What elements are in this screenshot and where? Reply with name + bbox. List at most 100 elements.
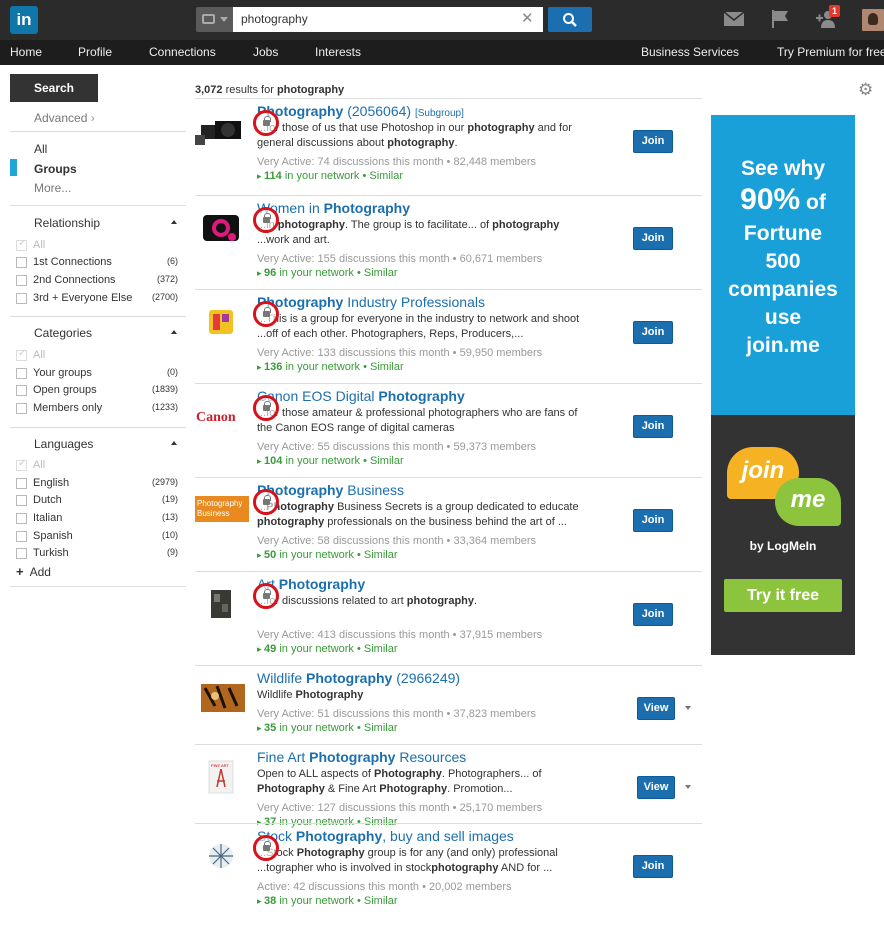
join-button[interactable]: Join (633, 227, 673, 250)
group-title-link[interactable]: Wildlife Photography (2966249) (257, 670, 460, 686)
group-logo[interactable] (195, 304, 251, 340)
inbox-icon[interactable] (724, 12, 744, 26)
join-button[interactable]: Join (633, 603, 673, 626)
main-nav: Home Profile Connections Jobs Interests … (0, 40, 884, 65)
join-button[interactable]: Join (633, 855, 673, 878)
nav-jobs[interactable]: Jobs (253, 45, 278, 59)
group-logo[interactable]: FINE ART (195, 759, 251, 795)
group-logo[interactable]: Photography Business (195, 492, 251, 528)
group-stats: Very Active: 55 discussions this month •… (257, 441, 537, 453)
group-logo[interactable] (195, 586, 251, 622)
search-input[interactable]: photography (233, 7, 543, 32)
filter-relationship-header[interactable]: Relationship (34, 216, 177, 230)
gear-icon[interactable]: ⚙ (858, 80, 873, 100)
group-title-link[interactable]: Stock Photography, buy and sell images (257, 828, 514, 844)
lock-icon (253, 207, 279, 233)
group-stats: Very Active: 133 discussions this month … (257, 347, 543, 359)
nav-try-premium[interactable]: Try Premium for free (777, 45, 884, 59)
network-count[interactable]: 104 in your network • Similar (257, 455, 404, 467)
filter-option[interactable]: Members only (1233) (16, 402, 186, 416)
ad-byline: by LogMeIn (749, 539, 817, 553)
group-result-row: Stock Photography, buy and sell images..… (195, 823, 702, 917)
filter-option[interactable]: Open groups (1839) (16, 384, 186, 398)
filter-languages-header[interactable]: Languages (34, 437, 177, 451)
network-count[interactable]: 50 in your network • Similar (257, 549, 398, 561)
filter-option[interactable]: Turkish (9) (16, 547, 186, 561)
group-result-row: Photography (2056064) [Subgroup] ...for t… (195, 98, 702, 195)
add-language-button[interactable]: + Add (16, 564, 51, 579)
filter-option[interactable]: 2nd Connections (372) (16, 274, 186, 288)
group-title-link[interactable]: Women in Photography (257, 200, 410, 216)
ad-banner[interactable]: See why 90% of Fortune 500 companies use… (711, 115, 855, 655)
group-logo[interactable] (195, 680, 251, 716)
group-logo[interactable] (195, 838, 251, 874)
checkbox (16, 548, 27, 559)
chevron-down-icon[interactable] (685, 785, 691, 789)
advanced-search-link[interactable]: Advanced › (34, 111, 95, 125)
filter-option[interactable]: English (2979) (16, 477, 186, 491)
filter-option[interactable]: 3rd + Everyone Else (2700) (16, 292, 186, 306)
network-count[interactable]: 114 in your network • Similar (257, 170, 403, 182)
avatar[interactable] (862, 9, 884, 31)
checkbox (16, 293, 27, 304)
nav-connections[interactable]: Connections (149, 45, 216, 59)
people-card-icon (202, 14, 215, 24)
join-button[interactable]: Join (633, 509, 673, 532)
filter-option[interactable]: 1st Connections (6) (16, 256, 186, 270)
network-count[interactable]: 49 in your network • Similar (257, 643, 398, 655)
linkedin-logo[interactable]: in (10, 6, 38, 34)
chevron-down-icon[interactable] (685, 706, 691, 710)
similar-link: Similar (369, 170, 404, 182)
type-more[interactable]: More... (34, 181, 71, 195)
group-title-link[interactable]: Fine Art Photography Resources (257, 749, 466, 765)
filter-option[interactable]: Spanish (10) (16, 530, 186, 544)
view-button[interactable]: View (637, 697, 675, 720)
group-description: ...This is a group for everyone in the i… (257, 313, 580, 340)
nav-profile[interactable]: Profile (78, 45, 112, 59)
group-result-row: Canon Canon EOS Digital Photography ...for… (195, 383, 702, 477)
join-button[interactable]: Join (633, 415, 673, 438)
filter-option[interactable]: Your groups (0) (16, 367, 186, 381)
network-count[interactable]: 96 in your network • Similar (257, 267, 398, 279)
type-all[interactable]: All (34, 142, 47, 156)
filter-option[interactable]: Dutch (19) (16, 494, 186, 508)
svg-text:Photography: Photography (197, 499, 242, 508)
view-button[interactable]: View (637, 776, 675, 799)
group-description: ...Stock Photography group is for any (a… (257, 847, 558, 874)
similar-link: Similar (363, 895, 398, 907)
nav-interests[interactable]: Interests (315, 45, 361, 59)
search-tab[interactable]: Search (10, 74, 98, 102)
joinme-logo-me: me (775, 478, 841, 526)
nav-business-services[interactable]: Business Services (641, 45, 739, 59)
filter-option[interactable]: Italian (13) (16, 512, 186, 526)
nav-home[interactable]: Home (10, 45, 42, 59)
group-title-link[interactable]: Photography Industry Professionals (257, 294, 485, 310)
group-logo[interactable] (195, 113, 251, 149)
search-button[interactable] (548, 7, 592, 32)
search-type-selector[interactable] (196, 7, 233, 32)
network-count[interactable]: 35 in your network • Similar (257, 722, 398, 734)
flag-icon[interactable] (771, 10, 789, 28)
group-title-link[interactable]: Photography Business (257, 482, 404, 498)
network-count[interactable]: 136 in your network • Similar (257, 361, 404, 373)
group-description: ...for discussions related to art photog… (257, 595, 478, 607)
group-title-link[interactable]: Photography (2056064) [Subgroup] (257, 103, 464, 119)
join-button[interactable]: Join (633, 130, 673, 153)
collapse-icon (171, 330, 177, 334)
type-groups[interactable]: Groups (34, 162, 77, 176)
filter-option[interactable]: All (16, 458, 186, 473)
filter-categories-header[interactable]: Categories (34, 326, 177, 340)
checkbox (16, 478, 27, 489)
filter-option[interactable]: All (16, 348, 186, 363)
group-result-row: Photography Industry Professionals ...Thi… (195, 289, 702, 383)
join-button[interactable]: Join (633, 321, 673, 344)
try-it-free-button[interactable]: Try it free (724, 579, 842, 612)
group-logo[interactable] (195, 210, 251, 246)
similar-link: Similar (363, 722, 398, 734)
group-title-link[interactable]: Canon EOS Digital Photography (257, 388, 465, 404)
filter-option[interactable]: All (16, 238, 186, 253)
clear-search-icon[interactable]: ✕ (521, 9, 534, 27)
group-stats: Very Active: 74 discussions this month •… (257, 156, 537, 168)
network-count[interactable]: 38 in your network • Similar (257, 895, 398, 907)
group-logo[interactable]: Canon (195, 398, 251, 434)
